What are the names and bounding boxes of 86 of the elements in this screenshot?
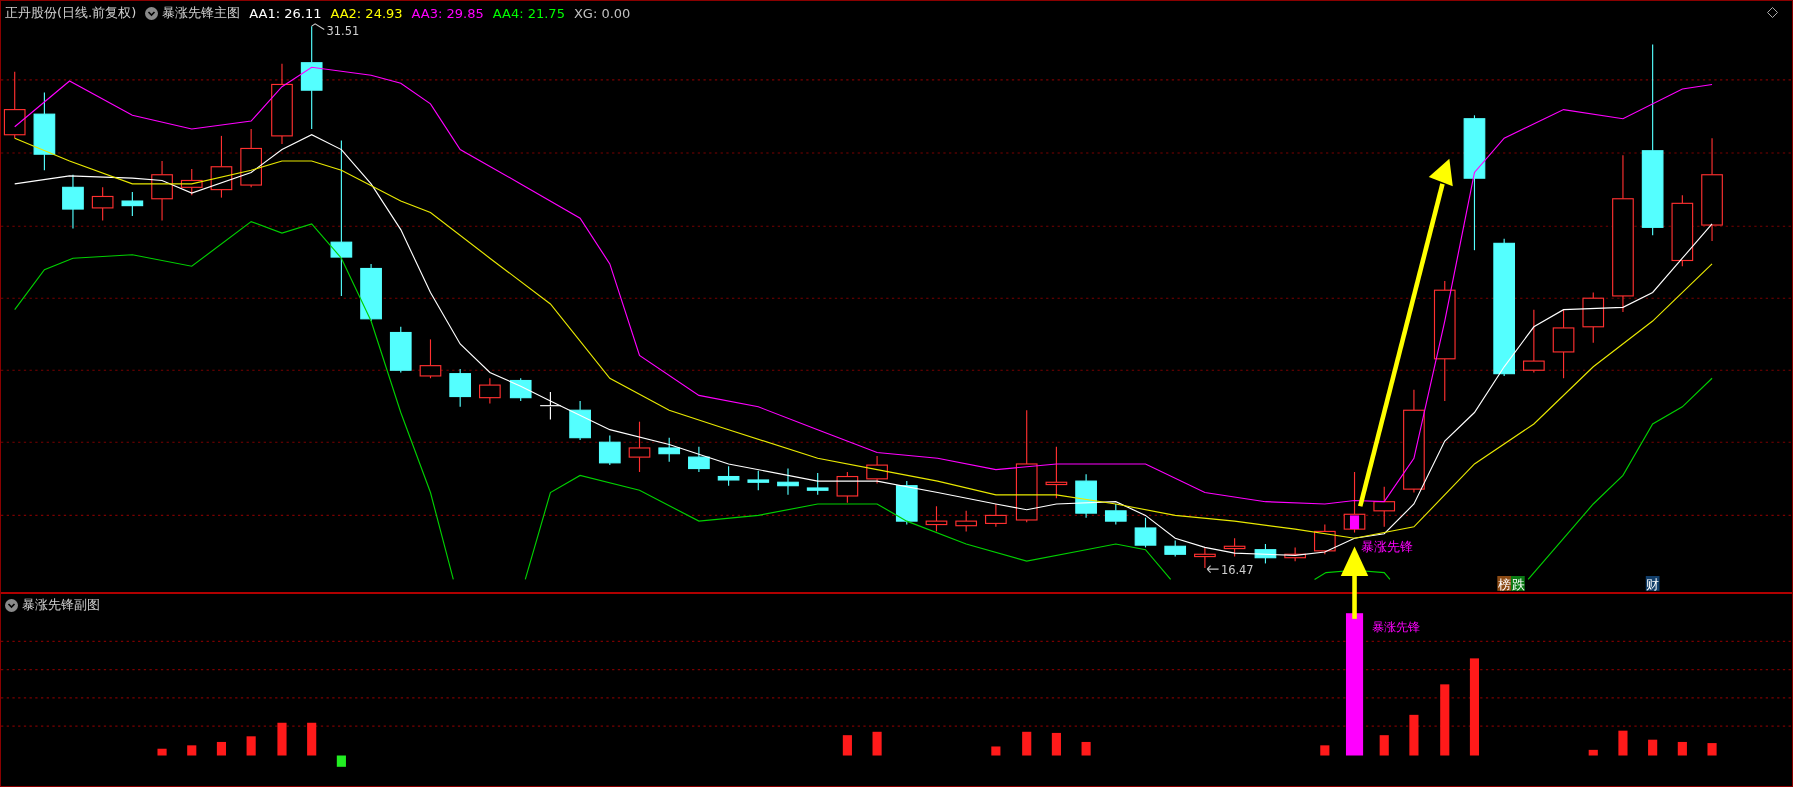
candlestick [509,377,532,402]
candlestick [1523,309,1545,374]
high-price-label: 31.51 [326,24,360,39]
candlestick [210,135,233,199]
candlestick [360,263,382,322]
indicator-bar [991,746,1001,756]
candlestick [569,400,591,441]
indicator-bar [1379,735,1389,756]
diamond-icon[interactable] [1767,7,1778,18]
candlestick [1254,543,1277,564]
dropdown-icon[interactable] [5,598,18,612]
badge[interactable]: 财 [1645,576,1660,592]
indicator-bar [1588,749,1598,756]
indicator-value: AA2: 24.93 [330,5,403,21]
indicator-name: 暴涨先锋主图 [162,4,241,22]
badge[interactable]: 榜 [1497,576,1511,592]
indicator-value: AA1: 26.11 [249,5,322,21]
candlestick [419,338,442,379]
candlestick [1223,537,1246,558]
candlestick [1373,486,1396,528]
signal-label: 暴涨先锋 [1371,619,1420,635]
candlestick [717,465,740,487]
indicator-bar [872,731,882,756]
candlestick [688,446,710,473]
candlestick [449,368,471,408]
candlestick [1194,546,1216,569]
indicator-bar [1081,741,1091,756]
candlestick [121,191,144,217]
leader-line [1206,565,1220,574]
candlestick [479,377,501,404]
sub-chart-title: 暴涨先锋副图 [22,596,100,614]
indicator-bar [842,735,852,756]
candlestick [1045,446,1068,499]
candlestick [925,505,948,532]
candlestick [3,71,26,139]
signal-label: 暴涨先锋 [1361,538,1414,554]
low-price-label: 16.47 [1220,562,1254,577]
indicator-value: AA3: 29.85 [411,5,484,21]
indicator-bar [1440,684,1450,756]
candlestick [598,434,621,466]
candlestick [777,467,799,496]
candlestick [985,503,1007,528]
candlestick [180,168,203,196]
candlestick [1075,473,1097,519]
candlestick [955,510,978,532]
candlestick [628,421,651,473]
indicator-value: AA4: 21.75 [492,5,565,21]
candlestick [1552,309,1575,379]
badge[interactable]: 跌 [1511,576,1525,592]
candlestick [806,472,829,496]
indicator-bar [1320,745,1330,756]
candlestick [62,174,84,230]
candlestick [658,437,681,463]
candlestick [151,160,173,222]
indicator-bar [1022,731,1032,756]
dropdown-icon[interactable] [145,6,159,20]
indicator-bar [1618,730,1628,756]
leader-line [311,23,325,31]
indicator-bar [307,722,317,756]
indicator-bar [1707,743,1717,756]
candlestick [1314,524,1336,555]
candlestick [1134,517,1157,548]
stock-title: 正丹股份(日线.前复权) [5,4,137,22]
indicator-bar [187,745,197,756]
indicator-bar [157,748,167,756]
candlestick [1164,540,1187,558]
indicator-bar [216,741,226,756]
candlestick [1343,471,1366,534]
candlestick [895,480,918,526]
indicator-bar [336,755,346,767]
candlestick [836,471,859,504]
indicator-bar [1648,739,1658,756]
candlestick [389,326,412,374]
indicator-bar [1051,732,1061,756]
indicator-bar [1677,741,1687,756]
candlestick [747,470,770,491]
indicator-bar [277,722,287,756]
candlestick [240,128,262,188]
indicator-bar [246,736,256,756]
candlestick [866,455,888,484]
candlestick [1104,503,1127,526]
indicator-bar [1409,714,1419,756]
candlestick [1284,546,1306,562]
indicator-value: XG: 0.00 [573,5,631,21]
candlestick [1582,291,1605,344]
candlestick [91,186,114,222]
